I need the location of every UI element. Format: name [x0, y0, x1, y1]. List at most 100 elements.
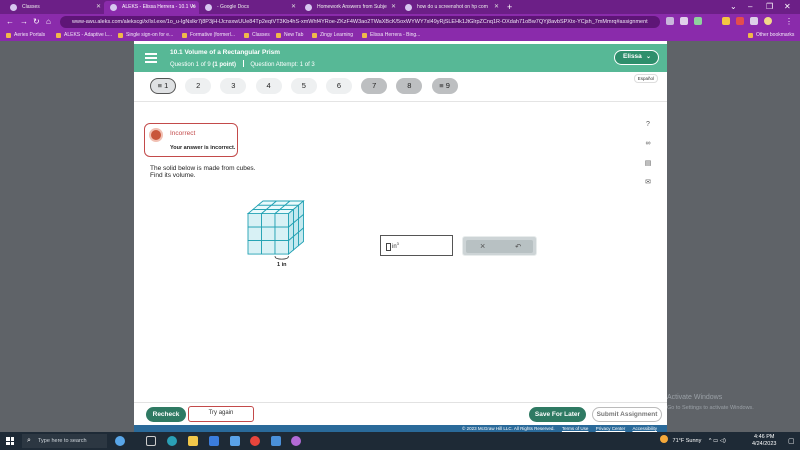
- user-menu-button[interactable]: Elissa ⌄: [614, 50, 659, 65]
- aleks-page: 10.1 Volume of a Rectangular Prism Quest…: [134, 41, 667, 432]
- tab-search-icon[interactable]: ⌄: [730, 0, 737, 14]
- help-icon[interactable]: ?: [641, 121, 655, 128]
- tab-close-icon[interactable]: ✕: [191, 1, 196, 14]
- bookmark-label: ALEKS - Adaptive L...: [64, 32, 113, 38]
- question-nav-button[interactable]: 2: [185, 78, 212, 94]
- taskbar-clock[interactable]: 4:46 PM 4/24/2023: [752, 434, 776, 448]
- extension-icon[interactable]: [722, 17, 730, 25]
- terms-link[interactable]: Terms of Use: [562, 426, 589, 431]
- bookmark-item[interactable]: Formative (formerl...: [182, 30, 235, 41]
- question-nav-button[interactable]: ≡ 1: [150, 78, 176, 94]
- bookmark-item[interactable]: New Tab: [276, 30, 303, 41]
- question-nav-button[interactable]: 8: [396, 78, 423, 94]
- bookmark-icon: [244, 33, 249, 38]
- question-nav-button[interactable]: 5: [290, 78, 317, 94]
- bookmark-item[interactable]: Elissa Herrera - Bing...: [362, 30, 420, 41]
- other-bookmarks-label: Other bookmarks: [756, 32, 795, 38]
- mail-icon[interactable]: [230, 436, 240, 446]
- app-icon[interactable]: [271, 436, 281, 446]
- edge-icon[interactable]: [167, 436, 177, 446]
- chrome-profile-icon[interactable]: [291, 436, 301, 446]
- question-nav-button[interactable]: 7: [361, 78, 388, 94]
- browser-tab-active[interactable]: ALEKS - Elissa Herrera - 10.1 Vo ✕: [104, 1, 199, 14]
- address-bar[interactable]: www-awu.aleks.com/alekscgi/x/Isl.exe/1o_…: [60, 16, 660, 28]
- front-cube-face: [247, 213, 262, 228]
- try-again-tooltip: Try again: [188, 406, 254, 422]
- browser-tab[interactable]: Homework Answers from Subje ✕: [299, 1, 399, 14]
- topic-title: 10.1 Volume of a Rectangular Prism: [170, 49, 281, 56]
- home-icon[interactable]: ⌂: [46, 16, 51, 28]
- maximize-button[interactable]: ❐: [766, 0, 773, 14]
- browser-tab[interactable]: how do u screenshot on hp com ✕: [399, 1, 502, 14]
- tab-close-icon[interactable]: ✕: [494, 1, 499, 14]
- copyright-text: © 2023 McGraw Hill LLC. All Rights Reser…: [462, 426, 555, 431]
- clear-button[interactable]: ×: [480, 241, 485, 251]
- bookmark-icon: [276, 33, 281, 38]
- close-window-button[interactable]: ✕: [784, 0, 791, 14]
- tab-favicon-icon: [305, 4, 312, 11]
- profile-avatar-icon[interactable]: [764, 17, 772, 25]
- feedback-box: Incorrect Your answer is incorrect.: [144, 123, 238, 157]
- reload-icon[interactable]: ↻: [33, 16, 40, 28]
- back-icon[interactable]: ←: [6, 16, 14, 28]
- bookmark-icon: [118, 33, 123, 38]
- share-icon[interactable]: [666, 17, 674, 25]
- search-placeholder: Type here to search: [38, 438, 87, 444]
- taskbar-search-input[interactable]: ⌕ Type here to search: [22, 434, 107, 448]
- cube-solid-figure: 1 in: [246, 200, 305, 268]
- browser-tab[interactable]: - Google Docs ✕: [199, 1, 299, 14]
- divider: [134, 402, 667, 403]
- question-nav-button[interactable]: 3: [220, 78, 247, 94]
- question-nav-button[interactable]: ≡ 9: [431, 78, 458, 94]
- weather-icon: [660, 435, 668, 443]
- forward-icon[interactable]: →: [20, 16, 28, 28]
- star-icon[interactable]: [680, 17, 688, 25]
- undo-button[interactable]: ↶: [515, 242, 521, 251]
- task-view-icon[interactable]: [146, 436, 156, 446]
- new-tab-button[interactable]: +: [507, 0, 512, 14]
- submit-assignment-button[interactable]: Submit Assignment: [592, 407, 662, 422]
- question-nav-button[interactable]: 4: [255, 78, 282, 94]
- extension-icon[interactable]: [694, 17, 702, 25]
- bookmark-item[interactable]: Zingy Learning: [312, 30, 353, 41]
- link-icon[interactable]: ∞: [641, 140, 655, 147]
- scale-label: 1 in: [277, 262, 287, 268]
- problem-line: Find its volume.: [150, 172, 196, 179]
- tab-close-icon[interactable]: ✕: [291, 1, 296, 14]
- bookmark-label: New Tab: [284, 32, 304, 38]
- front-cube-face: [274, 240, 289, 255]
- privacy-link[interactable]: Privacy Center: [596, 426, 626, 431]
- save-for-later-button[interactable]: Save For Later: [529, 407, 586, 422]
- bookmark-item[interactable]: ALEKS - Adaptive L...: [56, 30, 112, 41]
- store-icon[interactable]: [209, 436, 219, 446]
- extensions-puzzle-icon[interactable]: [750, 17, 758, 25]
- answer-input[interactable]: [386, 243, 391, 251]
- browser-tab-strip: Classes ✕ ALEKS - Elissa Herrera - 10.1 …: [0, 0, 800, 14]
- tab-close-icon[interactable]: ✕: [96, 1, 101, 14]
- cortana-icon[interactable]: [115, 436, 125, 446]
- minimize-button[interactable]: –: [748, 0, 752, 14]
- accessibility-link[interactable]: Accessibility: [632, 426, 657, 431]
- weather-text[interactable]: 71°F Sunny: [673, 438, 702, 444]
- tab-title: Homework Answers from Subje: [317, 4, 387, 10]
- language-toggle[interactable]: Español: [633, 74, 658, 83]
- windows-start-icon[interactable]: [6, 437, 14, 445]
- extension-icon[interactable]: [736, 17, 744, 25]
- recheck-button[interactable]: Recheck: [146, 407, 186, 422]
- message-icon[interactable]: ✉: [641, 178, 655, 186]
- file-explorer-icon[interactable]: [188, 436, 198, 446]
- notifications-icon[interactable]: ▢: [788, 437, 795, 445]
- bookmark-icon: [362, 33, 367, 38]
- bookmark-item[interactable]: Aeries Portals: [6, 30, 45, 41]
- browser-tab[interactable]: Classes ✕: [4, 1, 104, 14]
- textbook-icon[interactable]: ▤: [641, 159, 655, 167]
- bookmark-item[interactable]: Classes: [244, 30, 270, 41]
- chrome-icon[interactable]: [250, 436, 260, 446]
- tray-icons[interactable]: ^ ▭ ◁): [709, 438, 726, 444]
- browser-menu-icon[interactable]: ⋮: [785, 16, 793, 28]
- question-nav-button[interactable]: 6: [326, 78, 352, 94]
- other-bookmarks[interactable]: Other bookmarks: [748, 30, 794, 41]
- bookmark-item[interactable]: Single sign-on for e...: [118, 30, 173, 41]
- tab-close-icon[interactable]: ✕: [391, 1, 396, 14]
- hamburger-menu-icon[interactable]: [145, 53, 157, 63]
